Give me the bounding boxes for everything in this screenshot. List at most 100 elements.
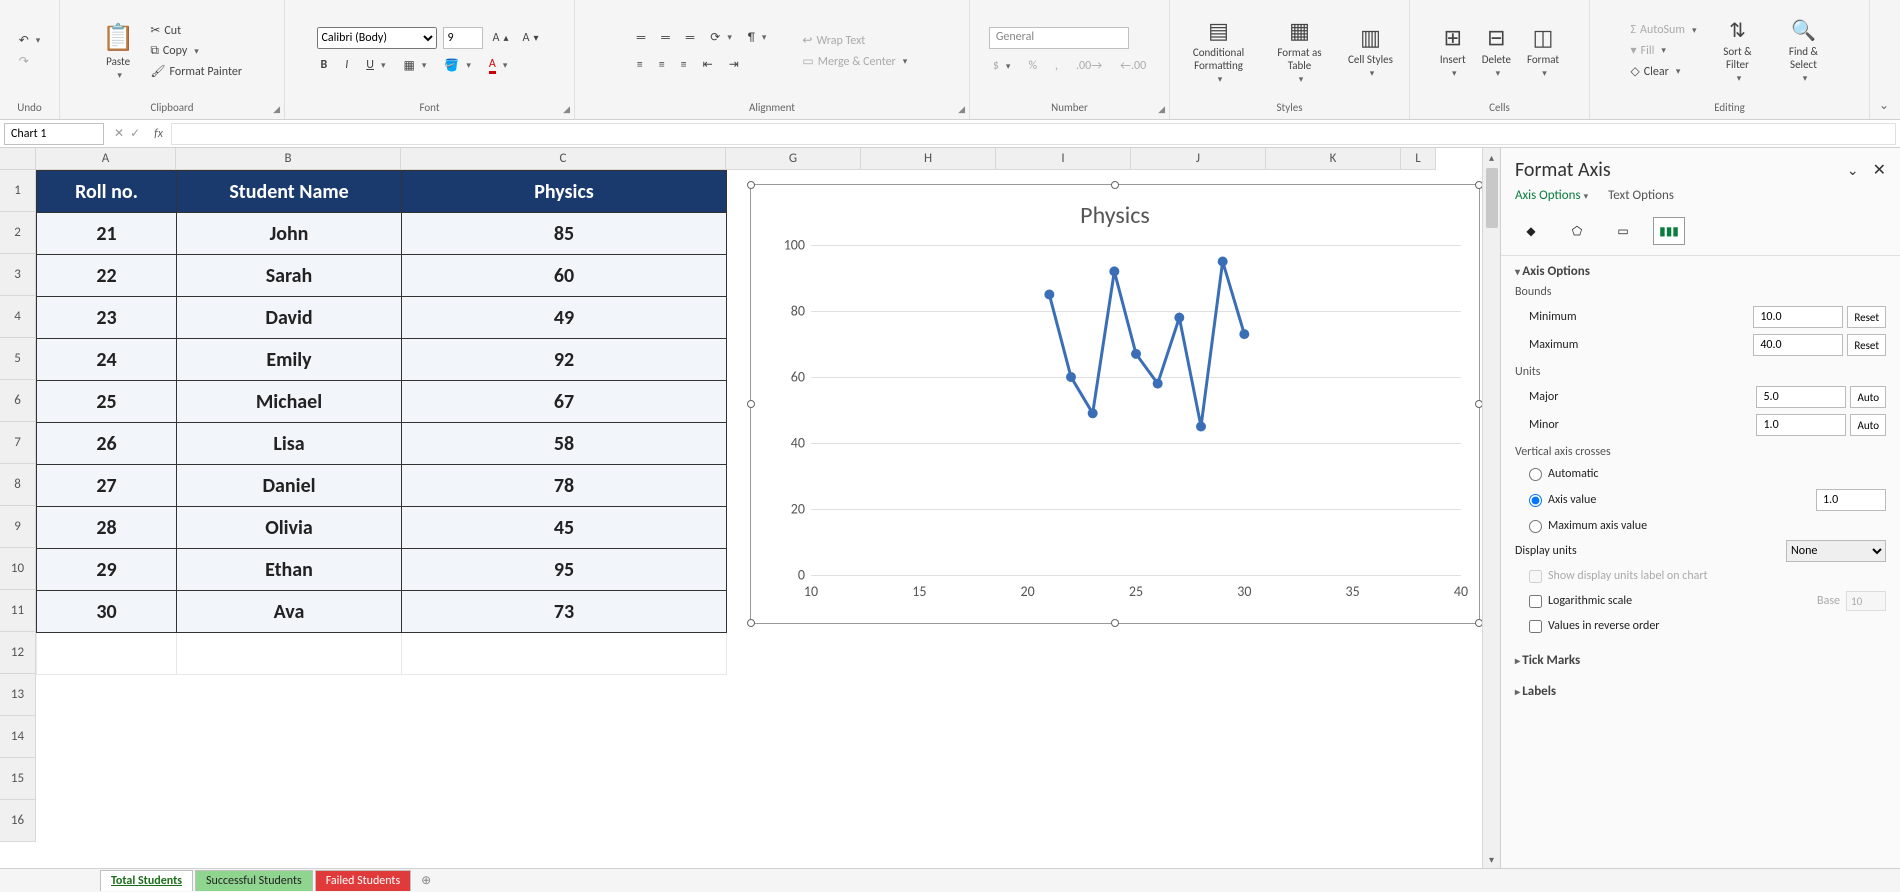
- table-cell[interactable]: [402, 633, 727, 675]
- format-as-table-button[interactable]: ▦Format as Table: [1266, 15, 1334, 87]
- dialog-launcher-icon[interactable]: ◢: [563, 104, 570, 115]
- comma-format-button[interactable]: ,: [1051, 57, 1062, 75]
- maximum-input[interactable]: [1753, 334, 1843, 356]
- name-box[interactable]: [4, 123, 104, 145]
- decrease-decimal-button[interactable]: ←.00: [1116, 57, 1150, 75]
- sort-filter-button[interactable]: ⇅Sort & Filter: [1708, 16, 1766, 86]
- font-color-button[interactable]: A: [485, 55, 511, 76]
- major-unit-input[interactable]: [1756, 386, 1846, 408]
- merge-center-button[interactable]: ▭Merge & Center: [798, 52, 911, 71]
- table-cell[interactable]: 67: [402, 381, 727, 423]
- row-header[interactable]: 1: [0, 170, 36, 212]
- formula-input[interactable]: [171, 123, 1896, 145]
- column-header[interactable]: C: [401, 148, 726, 170]
- undo-button[interactable]: ↶: [15, 31, 45, 50]
- sheet-tab-failed[interactable]: Failed Students: [315, 870, 411, 891]
- table-cell[interactable]: 28: [37, 507, 177, 549]
- align-bottom-button[interactable]: ═: [682, 28, 699, 47]
- scroll-up-arrow-icon[interactable]: ▴: [1483, 148, 1500, 166]
- table-cell[interactable]: 45: [402, 507, 727, 549]
- redo-button[interactable]: ↷: [15, 52, 45, 71]
- row-header[interactable]: 3: [0, 254, 36, 296]
- table-cell[interactable]: 92: [402, 339, 727, 381]
- italic-button[interactable]: I: [341, 56, 352, 74]
- new-sheet-button[interactable]: ⊕: [413, 873, 439, 888]
- select-all-corner[interactable]: [0, 148, 36, 170]
- conditional-formatting-button[interactable]: ▤Conditional Formatting: [1180, 15, 1258, 87]
- number-format-select[interactable]: General: [989, 27, 1129, 49]
- row-header[interactable]: 13: [0, 674, 36, 716]
- increase-indent-button[interactable]: ⇥: [725, 55, 743, 74]
- column-header[interactable]: A: [36, 148, 176, 170]
- row-header[interactable]: 10: [0, 548, 36, 590]
- vac-maximum-radio[interactable]: [1529, 520, 1542, 533]
- table-cell[interactable]: [37, 633, 177, 675]
- table-cell[interactable]: 29: [37, 549, 177, 591]
- row-header[interactable]: 9: [0, 506, 36, 548]
- accounting-format-button[interactable]: $: [989, 57, 1015, 75]
- table-cell[interactable]: Daniel: [177, 465, 402, 507]
- table-cell[interactable]: Olivia: [177, 507, 402, 549]
- format-cells-button[interactable]: ◫Format: [1523, 22, 1563, 81]
- close-icon[interactable]: ✕: [1873, 160, 1886, 180]
- tab-axis-options[interactable]: Axis Options: [1515, 188, 1588, 203]
- column-header[interactable]: B: [176, 148, 401, 170]
- row-header[interactable]: 7: [0, 422, 36, 464]
- column-header[interactable]: K: [1266, 148, 1401, 170]
- copy-button[interactable]: ⧉Copy: [146, 42, 246, 60]
- table-cell[interactable]: 60: [402, 255, 727, 297]
- chevron-down-icon[interactable]: ⌄: [1847, 162, 1859, 179]
- auto-minor-button[interactable]: Auto: [1850, 414, 1886, 436]
- row-header[interactable]: 8: [0, 464, 36, 506]
- table-cell[interactable]: Sarah: [177, 255, 402, 297]
- find-select-button[interactable]: 🔍Find & Select: [1774, 16, 1832, 86]
- dialog-launcher-icon[interactable]: ◢: [958, 104, 965, 115]
- align-top-button[interactable]: ═: [633, 28, 650, 47]
- dialog-launcher-icon[interactable]: ◢: [273, 104, 280, 115]
- vertical-scrollbar[interactable]: ▴ ▾: [1482, 148, 1500, 868]
- cancel-formula-button[interactable]: ✕: [114, 126, 124, 141]
- section-labels[interactable]: Labels: [1515, 684, 1886, 699]
- enter-formula-button[interactable]: ✓: [130, 126, 140, 141]
- table-cell[interactable]: 23: [37, 297, 177, 339]
- auto-major-button[interactable]: Auto: [1850, 386, 1886, 408]
- table-cell[interactable]: David: [177, 297, 402, 339]
- sheet-tab-successful[interactable]: Successful Students: [195, 870, 313, 891]
- fill-color-button[interactable]: 🪣: [440, 56, 474, 75]
- increase-decimal-button[interactable]: .00→: [1072, 57, 1106, 75]
- insert-cells-button[interactable]: ⊞Insert: [1436, 22, 1470, 81]
- fill-line-icon[interactable]: ◆: [1515, 217, 1547, 245]
- reset-max-button[interactable]: Reset: [1847, 334, 1886, 356]
- percent-format-button[interactable]: %: [1024, 57, 1041, 75]
- table-cell[interactable]: 24: [37, 339, 177, 381]
- font-size-input[interactable]: [443, 27, 483, 49]
- dialog-launcher-icon[interactable]: ◢: [1158, 104, 1165, 115]
- bold-button[interactable]: B: [317, 56, 332, 74]
- section-axis-options[interactable]: Axis Options: [1515, 264, 1886, 279]
- align-middle-button[interactable]: ═: [657, 28, 674, 47]
- sheet-tab-total[interactable]: Total Students: [100, 870, 193, 891]
- table-cell[interactable]: 26: [37, 423, 177, 465]
- align-right-button[interactable]: ≡: [677, 55, 691, 74]
- column-header[interactable]: G: [726, 148, 861, 170]
- minimum-input[interactable]: [1753, 306, 1843, 328]
- table-cell[interactable]: 73: [402, 591, 727, 633]
- vac-automatic-radio[interactable]: [1529, 468, 1542, 481]
- vac-value-input[interactable]: [1816, 489, 1886, 511]
- clear-button[interactable]: ◇Clear: [1627, 62, 1701, 81]
- row-header[interactable]: 5: [0, 338, 36, 380]
- delete-cells-button[interactable]: ⊟Delete: [1478, 22, 1515, 81]
- align-left-button[interactable]: ≡: [633, 55, 647, 74]
- row-header[interactable]: 4: [0, 296, 36, 338]
- table-cell[interactable]: 22: [37, 255, 177, 297]
- font-name-select[interactable]: Calibri (Body): [317, 27, 437, 49]
- wrap-text-button[interactable]: ↩Wrap Text: [798, 31, 911, 50]
- axis-options-icon[interactable]: ▮▮▮: [1653, 217, 1685, 245]
- autosum-button[interactable]: ΣAutoSum: [1627, 21, 1701, 39]
- row-header[interactable]: 11: [0, 590, 36, 632]
- column-header[interactable]: H: [861, 148, 996, 170]
- embedded-chart[interactable]: Physics 02040608010010152025303540: [750, 184, 1480, 624]
- text-direction-button[interactable]: ¶: [744, 28, 771, 47]
- column-header[interactable]: I: [996, 148, 1131, 170]
- minor-unit-input[interactable]: [1756, 414, 1846, 436]
